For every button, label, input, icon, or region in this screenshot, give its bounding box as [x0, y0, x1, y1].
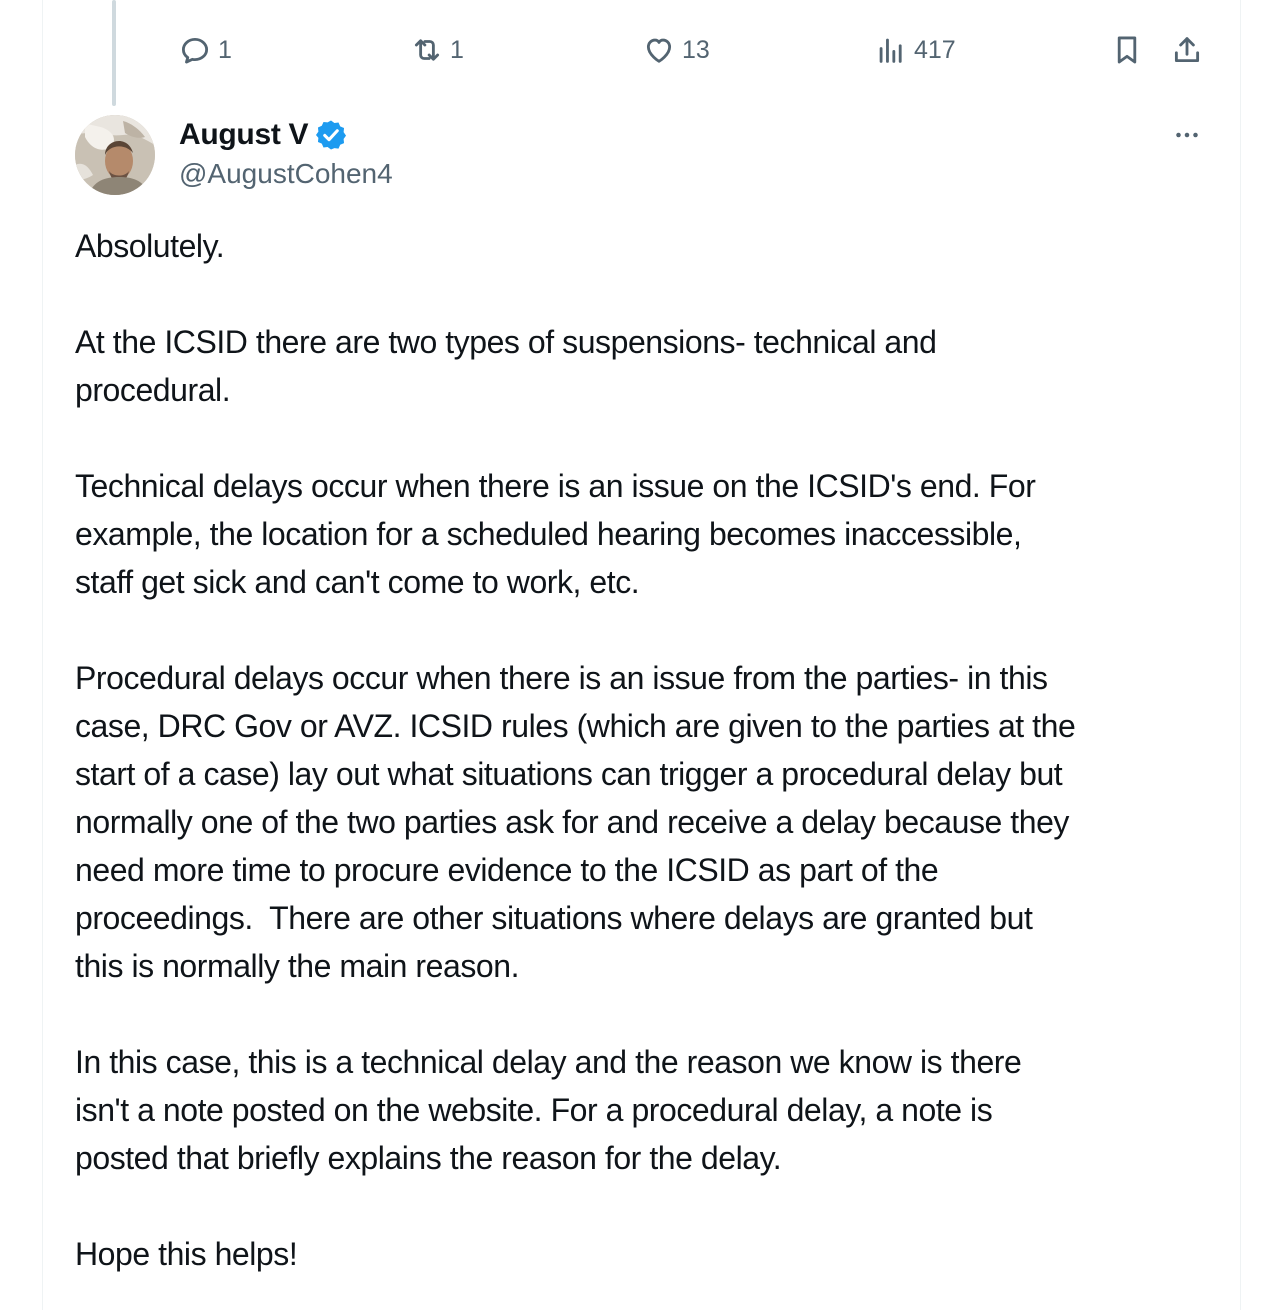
verified-badge-icon[interactable] — [314, 118, 348, 152]
tweet-paragraph: Technical delays occur when there is an … — [75, 468, 1036, 600]
reply-icon — [181, 37, 209, 64]
share-button[interactable] — [1170, 26, 1204, 74]
tweet-text: Absolutely. At the ICSID there are two t… — [75, 222, 1215, 1278]
view-count: 417 — [914, 35, 956, 64]
more-icon — [1176, 132, 1198, 138]
author-info: August V @AugustCohen4 — [179, 116, 393, 190]
like-count: 13 — [682, 35, 710, 64]
views-icon — [879, 38, 902, 63]
avatar[interactable] — [75, 115, 155, 195]
author-name-row: August V — [179, 116, 393, 154]
share-icon — [1174, 37, 1200, 63]
repost-count: 1 — [450, 35, 464, 64]
bookmark-icon — [1117, 36, 1137, 64]
reply-button[interactable]: 1 — [178, 26, 232, 74]
repost-button[interactable]: 1 — [410, 26, 464, 74]
avatar-image — [75, 115, 155, 195]
tweet-paragraph: In this case, this is a technical delay … — [75, 1044, 1022, 1176]
author-display-name[interactable]: August V — [179, 118, 309, 152]
previous-tweet-action-bar: 1 1 13 417 — [0, 26, 1262, 74]
like-button[interactable]: 13 — [642, 26, 710, 74]
heart-icon — [646, 38, 672, 63]
tweet-paragraph: At the ICSID there are two types of susp… — [75, 324, 937, 408]
more-options-button[interactable] — [1166, 118, 1208, 152]
tweet-paragraph: Absolutely. — [75, 228, 225, 264]
reply-count: 1 — [218, 35, 232, 64]
views-button[interactable]: 417 — [874, 26, 956, 74]
bookmark-button[interactable] — [1110, 26, 1144, 74]
tweet-paragraph: Hope this helps! — [75, 1236, 298, 1272]
author-handle[interactable]: @AugustCohen4 — [179, 158, 393, 190]
tweet-paragraph: Procedural delays occur when there is an… — [75, 660, 1076, 984]
repost-icon — [414, 39, 440, 61]
